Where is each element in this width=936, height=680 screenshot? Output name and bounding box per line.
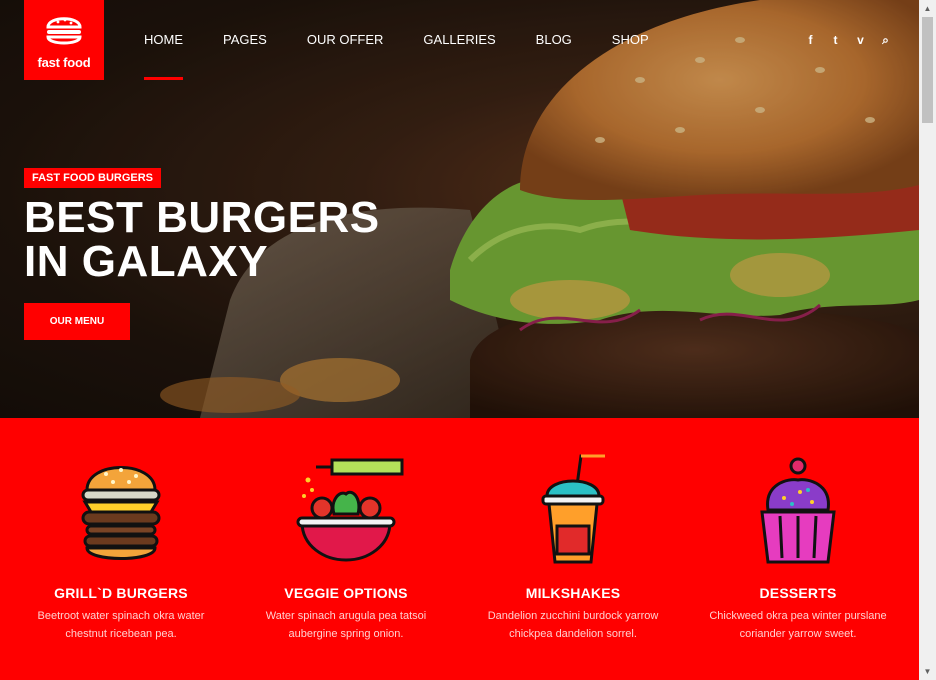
logo-text: fast food	[37, 55, 91, 70]
hero-section: fast food HOME PAGES OUR OFFER GALLERIES…	[0, 0, 919, 418]
headline-line-2: IN GALAXY	[24, 237, 269, 286]
burger-icon	[81, 466, 161, 560]
feature-desc: Dandelion zucchini burdock yarrow chickp…	[487, 610, 659, 640]
nav-item-home[interactable]: HOME	[144, 32, 183, 80]
nav-item-our-offer[interactable]: OUR OFFER	[307, 32, 384, 48]
feature-desc: Water spinach arugula pea tatsoi aubergi…	[265, 610, 427, 640]
feature-desc: Chickweed okra pea winter purslane coria…	[709, 610, 887, 640]
milkshake-icon	[541, 454, 605, 564]
nav-item-pages[interactable]: PAGES	[223, 32, 267, 48]
search-icon[interactable]: ⌕	[873, 32, 898, 48]
scroll-up-arrow-icon[interactable]: ▲	[919, 0, 936, 17]
nav-item-galleries[interactable]: GALLERIES	[423, 32, 495, 48]
hero-headline: BEST BURGERS IN GALAXY	[24, 196, 380, 284]
nav-item-blog[interactable]: BLOG	[536, 32, 572, 48]
our-menu-button[interactable]: OUR MENU	[24, 303, 130, 340]
burger-logo-icon	[46, 17, 82, 45]
vine-icon[interactable]: v	[848, 32, 873, 48]
twitter-icon[interactable]: t	[823, 32, 848, 48]
feature-title: GRILL`D BURGERS	[54, 585, 188, 601]
social-links: f t v ⌕	[798, 32, 898, 48]
headline-line-1: BEST BURGERS	[24, 193, 380, 242]
feature-title: DESSERTS	[759, 585, 837, 601]
scrollbar-thumb[interactable]	[922, 17, 933, 123]
feature-title: MILKSHAKES	[525, 585, 621, 601]
facebook-icon[interactable]: f	[798, 32, 823, 48]
feature-desc: Beetroot water spinach okra water chestn…	[37, 610, 205, 640]
nav-item-shop[interactable]: SHOP	[612, 32, 649, 48]
vertical-scrollbar[interactable]: ▲ ▼	[919, 0, 936, 680]
feature-title: VEGGIE OPTIONS	[284, 585, 408, 601]
main-nav: HOME PAGES OUR OFFER GALLERIES BLOG SHOP	[144, 32, 689, 80]
scroll-down-arrow-icon[interactable]: ▼	[919, 663, 936, 680]
hero-tag: FAST FOOD BURGERS	[24, 168, 162, 188]
cupcake-icon	[760, 457, 836, 564]
salad-bowl-icon	[296, 458, 404, 562]
features-section: GRILL`D BURGERS Beetroot water spinach o…	[0, 418, 919, 680]
logo[interactable]: fast food	[24, 0, 104, 80]
